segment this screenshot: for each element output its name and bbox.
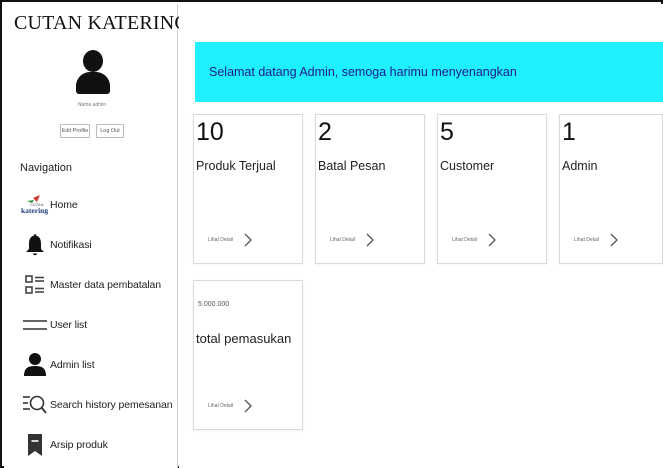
detail-label: Lihat Detail [452, 237, 478, 243]
list-icon [20, 273, 50, 297]
search-history-icon [20, 393, 50, 417]
stat-card-produk-terjual: 10 Produk Terjual Lihat Detail [193, 114, 303, 264]
sidebar-item-admin-list[interactable]: Admin list [20, 350, 176, 380]
sidebar-item-label: Master data pembatalan [50, 279, 162, 291]
stat-number: 5 [440, 118, 454, 146]
sidebar: CUTAN KATERING Nama admin Edit Profile L… [4, 4, 189, 468]
stat-caption: total pemasukan [196, 331, 292, 346]
stat-card-admin: 1 Admin Lihat Detail [559, 114, 663, 264]
user-list-icon [20, 313, 50, 337]
stat-caption: Batal Pesan [318, 159, 386, 173]
income-amount: 5.000.000 [198, 301, 230, 308]
logo-text: katering [21, 206, 48, 215]
edit-profile-button[interactable]: Edit Profile [60, 124, 90, 138]
stat-card-total-pemasukan: 5.000.000 total pemasukan Lihat Detail [193, 280, 303, 430]
navigation-heading: Navigation [20, 162, 72, 174]
chevron-right-icon [366, 233, 374, 247]
detail-label: Lihat Detail [208, 403, 234, 409]
stat-caption: Admin [562, 159, 598, 173]
sidebar-item-search-history-pemesanan[interactable]: Search history pemesanan [20, 390, 176, 420]
lihat-detail-link[interactable]: Lihat Detail [208, 233, 253, 247]
welcome-banner: Selamat datang Admin, semoga harimu meny… [195, 42, 663, 102]
stat-card-customer: 5 Customer Lihat Detail [437, 114, 547, 264]
katering-logo-icon: CUTAN katering [20, 193, 50, 217]
chevron-right-icon [244, 233, 252, 247]
sidebar-item-label: Search history pemesanan [50, 399, 173, 411]
brand-title: CUTAN KATERING [14, 12, 190, 34]
detail-label: Lihat Detail [330, 237, 356, 243]
admin-name: Nama admin [77, 102, 107, 108]
lihat-detail-link[interactable]: Lihat Detail [208, 399, 253, 413]
chevron-right-icon [488, 233, 496, 247]
sidebar-item-user-list[interactable]: User list [20, 310, 176, 340]
sidebar-item-label: Home [50, 199, 78, 211]
log-out-button[interactable]: Log Out [96, 124, 124, 138]
detail-label: Lihat Detail [208, 237, 234, 243]
main-content: Selamat datang Admin, semoga harimu meny… [179, 4, 663, 468]
sidebar-item-home[interactable]: CUTAN katering Home [20, 190, 176, 220]
sidebar-item-label: User list [50, 319, 88, 331]
stat-number: 1 [562, 118, 576, 146]
sidebar-item-label: Admin list [50, 359, 95, 371]
stat-number: 2 [318, 118, 332, 146]
stat-card-batal-pesan: 2 Batal Pesan Lihat Detail [315, 114, 425, 264]
lihat-detail-link[interactable]: Lihat Detail [452, 233, 497, 247]
app-frame: CUTAN KATERING Nama admin Edit Profile L… [0, 0, 663, 468]
lihat-detail-link[interactable]: Lihat Detail [574, 233, 619, 247]
avatar-icon [76, 50, 110, 96]
chevron-right-icon [244, 399, 252, 413]
detail-label: Lihat Detail [574, 237, 600, 243]
stat-number: 10 [196, 118, 224, 146]
sidebar-item-arsip-produk[interactable]: Arsip produk [20, 430, 176, 460]
sidebar-item-notifikasi[interactable]: Notifikasi [20, 230, 176, 260]
sidebar-item-master-data-pembatalan[interactable]: Master data pembatalan [20, 270, 176, 300]
welcome-text: Selamat datang Admin, semoga harimu meny… [209, 65, 517, 79]
stat-caption: Produk Terjual [196, 159, 276, 173]
sidebar-item-label: Arsip produk [50, 439, 108, 451]
chevron-right-icon [610, 233, 618, 247]
admin-icon [20, 353, 50, 377]
lihat-detail-link[interactable]: Lihat Detail [330, 233, 375, 247]
sidebar-item-label: Notifikasi [50, 239, 92, 251]
bookmark-icon [20, 433, 50, 457]
stat-caption: Customer [440, 159, 495, 173]
bell-icon [20, 233, 50, 257]
